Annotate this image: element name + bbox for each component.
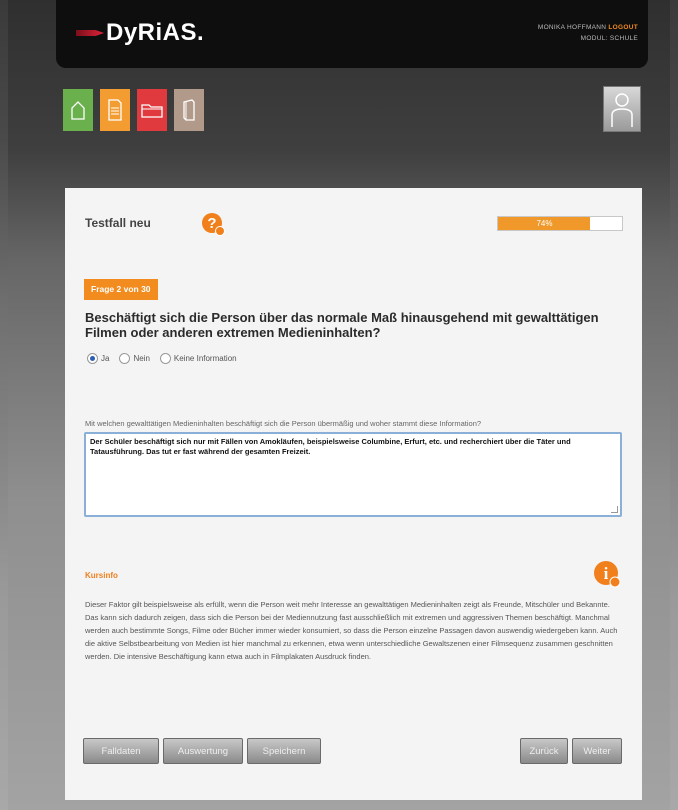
app-frame: DyRiAS. MONIKA HOFFMANN LOGOUT MODUL: SC… <box>8 0 670 810</box>
main-nav <box>63 89 204 131</box>
user-info: MONIKA HOFFMANN LOGOUT MODUL: SCHULE <box>538 22 638 44</box>
option-label: Ja <box>101 354 110 363</box>
logo-text: DyRiAS. <box>106 19 205 46</box>
user-name: MONIKA HOFFMANN <box>537 24 607 31</box>
home-icon <box>71 101 85 120</box>
folder-icon <box>141 104 163 118</box>
radio-ja[interactable] <box>87 353 98 364</box>
case-title: Testfall neu <box>85 216 151 230</box>
answer-options: Ja Nein Keine Information <box>87 353 237 364</box>
question-text: Beschäftigt sich die Person über das nor… <box>85 310 599 340</box>
nav-home-button[interactable] <box>63 89 93 131</box>
radio-keine-information[interactable] <box>159 353 171 364</box>
info-icon[interactable]: i <box>593 560 621 588</box>
option-keine-information[interactable]: Keine Information <box>159 353 237 364</box>
followup-textarea[interactable]: Der Schüler beschäftigt sich nur mit Fäl… <box>84 432 622 517</box>
nav-document-button[interactable] <box>100 89 130 131</box>
profile-button[interactable] <box>603 86 641 132</box>
user-icon <box>611 93 633 127</box>
progress-label: 74% <box>536 219 553 228</box>
kursinfo-text: Dieser Faktor gilt beispielsweise als er… <box>85 600 618 661</box>
radio-nein[interactable] <box>119 353 131 364</box>
document-icon <box>108 99 122 121</box>
svg-text:i: i <box>604 564 609 583</box>
kursinfo-title: Kursinfo <box>85 571 118 580</box>
option-label: Keine Information <box>173 354 237 363</box>
auswertung-button[interactable]: Auswertung <box>163 738 243 764</box>
option-nein[interactable]: Nein <box>119 353 150 364</box>
question-panel: Testfall neu ? 74% Frage 2 von 30 Beschä… <box>65 188 642 800</box>
speichern-button[interactable]: Speichern <box>247 738 321 764</box>
book-icon <box>183 99 195 121</box>
option-label: Nein <box>133 354 150 363</box>
logo: DyRiAS. <box>76 18 204 48</box>
followup-text: Der Schüler beschäftigt sich nur mit Fäl… <box>90 437 571 456</box>
falldaten-button[interactable]: Falldaten <box>83 738 159 764</box>
question-counter-badge: Frage 2 von 30 <box>84 279 158 300</box>
module-label: MODUL: SCHULE <box>580 35 638 42</box>
logout-link[interactable]: LOGOUT <box>608 24 638 31</box>
resize-handle[interactable] <box>611 506 618 513</box>
weiter-button[interactable]: Weiter <box>572 738 622 764</box>
svg-text:?: ? <box>207 215 216 232</box>
help-icon[interactable]: ? <box>201 212 225 236</box>
option-ja[interactable]: Ja <box>87 353 109 364</box>
nav-book-button[interactable] <box>174 89 204 131</box>
logo-arrow-icon <box>76 30 104 36</box>
zurueck-button[interactable]: Zurück <box>520 738 568 764</box>
nav-folder-button[interactable] <box>137 89 167 131</box>
followup-label: Mit welchen gewalttätigen Medieninhalten… <box>85 419 482 428</box>
progress-bar: 74% <box>497 216 623 231</box>
header-bar: DyRiAS. MONIKA HOFFMANN LOGOUT MODUL: SC… <box>56 0 648 68</box>
